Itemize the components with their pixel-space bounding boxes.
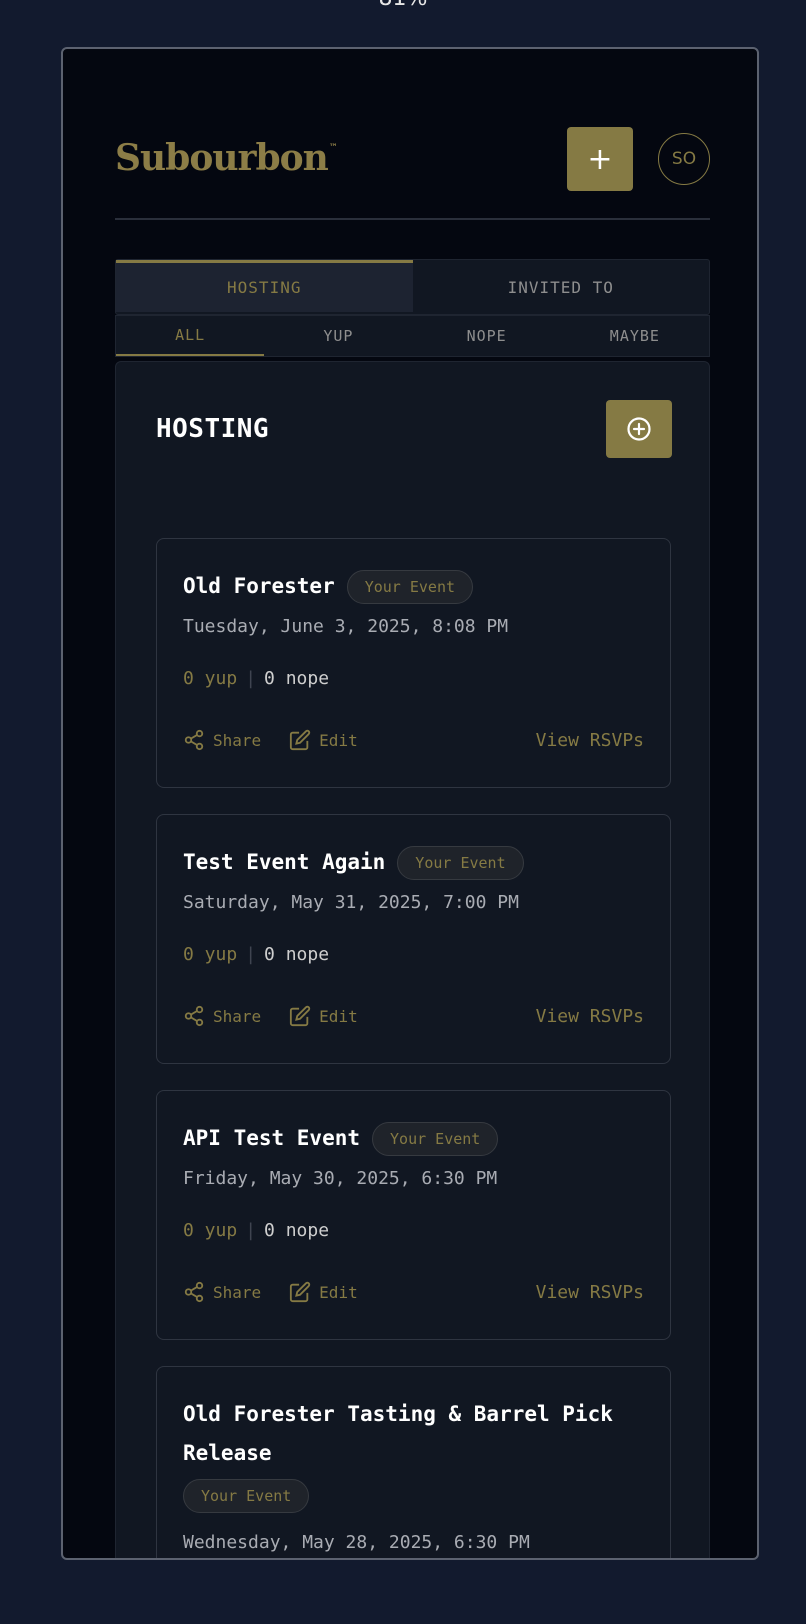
yup-count: 0 yup bbox=[183, 944, 238, 965]
avatar[interactable]: SO bbox=[658, 133, 710, 185]
plus-icon: + bbox=[587, 141, 613, 177]
rsvp-counts: 0 yup | 0 nope bbox=[183, 1220, 329, 1241]
rsvp-counts: 0 yup | 0 nope bbox=[183, 668, 329, 689]
edit-button[interactable]: Edit bbox=[289, 729, 358, 751]
card-actions: Share Edit View RSVPs bbox=[183, 1281, 644, 1303]
your-event-badge: Your Event bbox=[372, 1121, 499, 1156]
share-icon bbox=[184, 1281, 204, 1303]
event-title[interactable]: Old Forester Tasting & Barrel Pick Relea… bbox=[183, 1395, 623, 1473]
nope-count: 0 nope bbox=[264, 1220, 330, 1241]
edit-label: Edit bbox=[319, 1006, 358, 1026]
panel-title: HOSTING bbox=[156, 414, 270, 444]
create-event-button[interactable]: + bbox=[567, 127, 633, 191]
brand-name: Subourbon bbox=[115, 137, 329, 179]
filter-nope[interactable]: NOPE bbox=[413, 316, 561, 356]
header: Subourbon™ + SO bbox=[115, 127, 710, 267]
share-label: Share bbox=[213, 1006, 262, 1026]
count-separator: | bbox=[245, 1220, 257, 1241]
filter-maybe[interactable]: MAYBE bbox=[561, 316, 709, 356]
zoom-level: 81% bbox=[0, 0, 806, 11]
app-frame: Subourbon™ + SO HOSTING INVITED TO ALL Y… bbox=[61, 47, 759, 1560]
rsvp-counts: 0 yup | 0 nope bbox=[183, 944, 329, 965]
edit-icon bbox=[290, 729, 311, 751]
card-title-row: API Test Event Your Event bbox=[183, 1119, 650, 1158]
header-divider bbox=[115, 218, 710, 220]
share-icon bbox=[184, 1005, 204, 1027]
share-button[interactable]: Share bbox=[183, 729, 261, 751]
event-card[interactable]: API Test Event Your Event Friday, May 30… bbox=[156, 1090, 671, 1340]
tab-invited-to[interactable]: INVITED TO bbox=[413, 260, 710, 314]
card-title-row: Test Event Again Your Event bbox=[183, 843, 650, 882]
edit-icon bbox=[290, 1281, 311, 1303]
main-tabs: HOSTING INVITED TO bbox=[115, 259, 710, 315]
count-separator: | bbox=[245, 668, 257, 689]
event-card[interactable]: Test Event Again Your Event Saturday, Ma… bbox=[156, 814, 671, 1064]
event-title[interactable]: Old Forester bbox=[183, 567, 335, 606]
view-rsvps-link[interactable]: View RSVPs bbox=[536, 1006, 644, 1027]
event-title[interactable]: API Test Event bbox=[183, 1119, 360, 1158]
edit-icon bbox=[290, 1005, 311, 1027]
nope-count: 0 nope bbox=[264, 668, 330, 689]
share-icon bbox=[184, 729, 204, 751]
trademark: ™ bbox=[328, 143, 338, 153]
event-date: Saturday, May 31, 2025, 7:00 PM bbox=[183, 892, 519, 913]
edit-label: Edit bbox=[319, 1282, 358, 1302]
edit-label: Edit bbox=[319, 730, 358, 750]
card-title-row: Old Forester Tasting & Barrel Pick Relea… bbox=[183, 1395, 650, 1513]
event-date: Tuesday, June 3, 2025, 8:08 PM bbox=[183, 616, 509, 637]
rsvp-filter-tabs: ALL YUP NOPE MAYBE bbox=[115, 315, 710, 357]
yup-count: 0 yup bbox=[183, 668, 238, 689]
yup-count: 0 yup bbox=[183, 1220, 238, 1241]
brand-logo[interactable]: Subourbon™ bbox=[115, 137, 338, 179]
share-label: Share bbox=[213, 730, 262, 750]
event-title[interactable]: Test Event Again bbox=[183, 843, 385, 882]
view-rsvps-link[interactable]: View RSVPs bbox=[536, 1282, 644, 1303]
card-actions: Share Edit View RSVPs bbox=[183, 1005, 644, 1027]
add-event-button[interactable] bbox=[606, 400, 672, 458]
share-button[interactable]: Share bbox=[183, 1281, 261, 1303]
event-card[interactable]: Old Forester Tasting & Barrel Pick Relea… bbox=[156, 1366, 671, 1558]
filter-all[interactable]: ALL bbox=[116, 316, 265, 356]
count-separator: | bbox=[245, 944, 257, 965]
your-event-badge: Your Event bbox=[183, 1479, 310, 1513]
edit-button[interactable]: Edit bbox=[289, 1005, 358, 1027]
share-label: Share bbox=[213, 1282, 262, 1302]
card-title-row: Old Forester Your Event bbox=[183, 567, 650, 606]
event-date: Friday, May 30, 2025, 6:30 PM bbox=[183, 1168, 498, 1189]
your-event-badge: Your Event bbox=[346, 569, 474, 604]
event-card[interactable]: Old Forester Your Event Tuesday, June 3,… bbox=[156, 538, 671, 788]
tab-hosting[interactable]: HOSTING bbox=[116, 260, 413, 312]
events-panel: HOSTING Old Forester Your Event Tuesday,… bbox=[115, 361, 710, 1558]
your-event-badge: Your Event bbox=[397, 845, 524, 880]
nope-count: 0 nope bbox=[264, 944, 330, 965]
share-button[interactable]: Share bbox=[183, 1005, 261, 1027]
plus-circle-icon bbox=[627, 417, 651, 441]
edit-button[interactable]: Edit bbox=[289, 1281, 358, 1303]
view-rsvps-link[interactable]: View RSVPs bbox=[536, 730, 644, 751]
event-date: Wednesday, May 28, 2025, 6:30 PM bbox=[183, 1532, 530, 1553]
card-actions: Share Edit View RSVPs bbox=[183, 729, 644, 751]
filter-yup[interactable]: YUP bbox=[264, 316, 412, 356]
